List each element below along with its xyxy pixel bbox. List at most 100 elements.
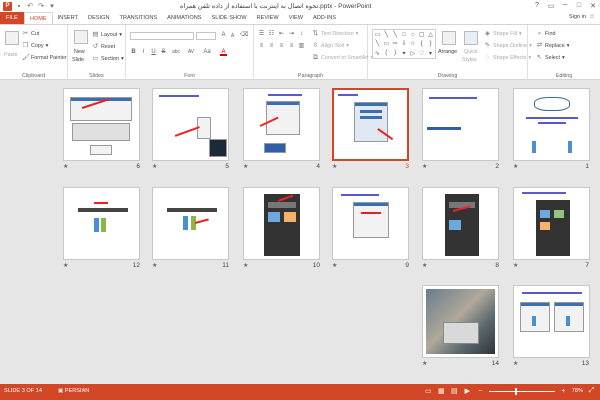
zoom-out-button[interactable]: − <box>476 388 485 395</box>
shape-heart-icon[interactable]: ♡ <box>417 49 426 58</box>
cut-button[interactable]: ✂ Cut <box>22 30 40 37</box>
transition-star-icon[interactable]: ★ <box>152 163 157 170</box>
slide-thumbnail-2[interactable] <box>422 88 499 161</box>
shape-rounded-rect-icon[interactable]: ▢ <box>417 30 426 39</box>
zoom-slider[interactable] <box>488 387 555 395</box>
shapes-gallery[interactable]: ▭ ╲ ╲ □ ○ ▢ △ ╲ ▭ ⇨ ⇩ ☆ { } ∿ ( ) ✦ ▷ ♡ … <box>372 29 436 59</box>
transition-star-icon[interactable]: ★ <box>152 262 157 269</box>
normal-view-icon[interactable]: ▭ <box>424 387 433 395</box>
language-indicator[interactable]: ▣ PERSIAN <box>58 388 89 394</box>
transition-star-icon[interactable]: ★ <box>63 163 68 170</box>
shape-line-icon[interactable]: ╲ <box>382 30 391 39</box>
align-right-icon[interactable]: ≡ <box>278 43 285 50</box>
font-name-select[interactable] <box>130 32 194 40</box>
transition-star-icon[interactable]: ★ <box>422 163 427 170</box>
font-color-button[interactable]: A <box>220 49 227 56</box>
copy-button[interactable]: ❐ Copy ▾ <box>22 42 49 49</box>
align-left-icon[interactable]: ≡ <box>258 43 265 50</box>
grow-font-button[interactable]: A <box>220 32 227 39</box>
slide-thumbnail-12[interactable] <box>63 187 140 260</box>
tab-transitions[interactable]: TRANSITIONS <box>114 12 162 24</box>
redo-icon[interactable]: ↷ <box>37 2 45 10</box>
sign-in-link[interactable]: Sign in <box>569 14 586 20</box>
transition-star-icon[interactable]: ★ <box>513 262 518 269</box>
close-button[interactable]: ✕ <box>586 0 600 11</box>
slide-thumbnail-4[interactable] <box>243 88 320 161</box>
slide-thumbnail-10[interactable] <box>243 187 320 260</box>
minimize-button[interactable]: ─ <box>558 0 572 11</box>
shape-bracket-icon[interactable]: } <box>426 39 435 48</box>
transition-star-icon[interactable]: ★ <box>63 262 68 269</box>
font-size-select[interactable] <box>196 32 216 40</box>
transition-star-icon[interactable]: ★ <box>422 262 427 269</box>
shape-bracket-icon[interactable]: ( <box>382 49 391 58</box>
change-case-button[interactable]: Aa <box>202 49 212 56</box>
reset-button[interactable]: ↺ Reset <box>92 43 115 50</box>
section-button[interactable]: ▭ Section ▾ <box>92 55 123 62</box>
select-button[interactable]: ↖ Select ▾ <box>536 54 565 61</box>
shape-oval-icon[interactable]: ○ <box>408 30 417 39</box>
increase-indent-icon[interactable]: ⇥ <box>288 31 295 38</box>
bold-button[interactable]: B <box>130 49 137 56</box>
arrange-button[interactable]: Arrange <box>438 49 457 55</box>
character-spacing-button[interactable]: AV <box>186 49 196 56</box>
justify-icon[interactable]: ≡ <box>288 43 295 50</box>
tab-design[interactable]: DESIGN <box>83 12 114 24</box>
transition-star-icon[interactable]: ★ <box>332 262 337 269</box>
clear-format-icon[interactable]: ⌫ <box>240 32 248 39</box>
slide-sorter-view-icon[interactable]: ▦ <box>437 387 446 395</box>
slide-thumbnail-9[interactable] <box>332 187 409 260</box>
shape-arrow-down-icon[interactable]: ⇩ <box>400 39 409 48</box>
slide-thumbnail-6[interactable] <box>63 88 140 161</box>
text-shadow-button[interactable]: abc <box>170 49 182 56</box>
tab-insert[interactable]: INSERT <box>53 12 83 24</box>
slide-thumbnail-14[interactable] <box>422 285 499 358</box>
convert-smartart-button[interactable]: ⧉ Convert to SmartArt ▾ <box>312 54 373 61</box>
transition-star-icon[interactable]: ★ <box>243 262 248 269</box>
undo-icon[interactable]: ↶ <box>26 2 34 10</box>
paste-icon[interactable] <box>5 31 19 45</box>
replace-button[interactable]: ⇄ Replace ▾ <box>536 42 570 49</box>
slide-indicator[interactable]: SLIDE 3 OF 14 <box>4 388 42 394</box>
shape-triangle-icon[interactable]: △ <box>426 30 435 39</box>
fit-slide-icon[interactable]: ⤢ <box>587 387 596 395</box>
arrange-icon[interactable] <box>442 31 456 45</box>
bullets-icon[interactable]: ☰ <box>258 31 265 38</box>
shape-rect-icon[interactable]: ▭ <box>382 39 391 48</box>
zoom-in-button[interactable]: + <box>559 388 568 395</box>
layout-button[interactable]: ▤ Layout ▾ <box>92 31 121 38</box>
strikethrough-button[interactable]: S <box>160 49 167 56</box>
slide-thumbnail-5[interactable] <box>152 88 229 161</box>
reading-view-icon[interactable]: ▤ <box>450 387 459 395</box>
slide-thumbnail-7[interactable] <box>513 187 590 260</box>
shape-star-icon[interactable]: ✦ <box>400 49 409 58</box>
user-icon[interactable]: ☺ <box>589 14 597 22</box>
shrink-font-button[interactable]: A <box>229 33 236 40</box>
line-spacing-icon[interactable]: ↕ <box>298 31 305 38</box>
shape-curve-icon[interactable]: ∿ <box>373 49 382 58</box>
numbering-icon[interactable]: ☷ <box>268 31 275 38</box>
slide-show-icon[interactable]: ▶ <box>463 387 472 395</box>
shape-rectangle-icon[interactable]: □ <box>400 30 409 39</box>
tab-animations[interactable]: ANIMATIONS <box>162 12 206 24</box>
shapes-more-icon[interactable]: ▾ <box>426 49 435 58</box>
slide-thumbnail-13[interactable] <box>513 285 590 358</box>
slide-thumbnail-3[interactable] <box>332 88 409 161</box>
zoom-level[interactable]: 78% <box>572 388 583 394</box>
tab-home[interactable]: HOME <box>23 12 53 24</box>
transition-star-icon[interactable]: ★ <box>332 163 337 170</box>
save-icon[interactable]: ▪ <box>15 2 23 10</box>
shape-arrow-right-icon[interactable]: ⇨ <box>391 39 400 48</box>
transition-star-icon[interactable]: ★ <box>513 163 518 170</box>
tab-view[interactable]: VIEW <box>284 12 308 24</box>
zoom-slider-thumb[interactable] <box>514 387 517 395</box>
maximize-button[interactable]: □ <box>572 0 586 11</box>
columns-icon[interactable]: ▥ <box>298 43 305 50</box>
shape-fill-button[interactable]: ◈ Shape Fill ▾ <box>484 30 522 37</box>
shape-triangle-icon[interactable]: ▷ <box>408 49 417 58</box>
tab-file[interactable]: FILE <box>0 12 24 24</box>
help-button[interactable]: ? <box>530 0 544 11</box>
shape-bracket-icon[interactable]: { <box>417 39 426 48</box>
format-painter-button[interactable]: 🖌 Format Painter <box>22 54 67 61</box>
shape-outline-button[interactable]: ✎ Shape Outline ▾ <box>484 42 532 49</box>
